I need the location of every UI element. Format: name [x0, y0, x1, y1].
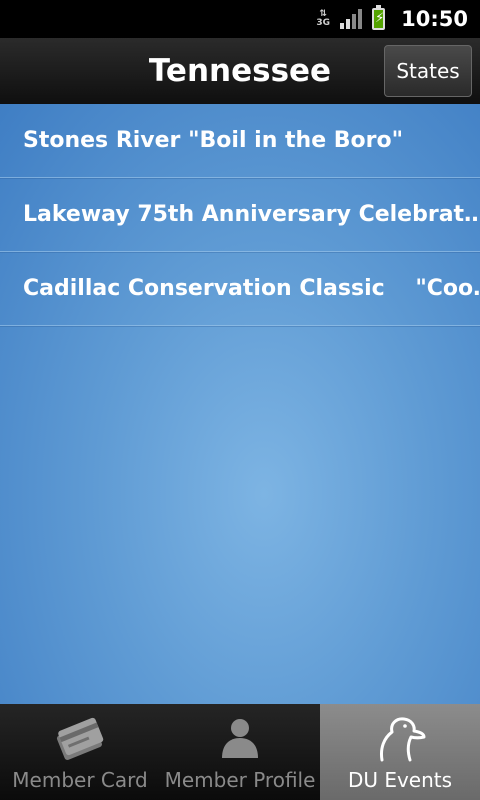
tab-member-card[interactable]: Member Card	[0, 704, 160, 800]
network-3g-icon: ⇅ 3G	[316, 9, 330, 28]
event-list-item[interactable]: Stones River "Boil in the Boro"	[0, 104, 480, 178]
tab-member-profile[interactable]: Member Profile	[160, 704, 320, 800]
states-button[interactable]: States	[384, 45, 472, 97]
tab-label: Member Profile	[164, 768, 316, 792]
member-card-icon	[53, 716, 107, 768]
duck-head-icon	[374, 716, 426, 766]
bottom-tab-bar: Member Card Member Profile DU Events	[0, 704, 480, 800]
battery-charging-icon: ⚡	[372, 5, 386, 30]
event-list-item[interactable]: Lakeway 75th Anniversary Celebrat…	[0, 178, 480, 252]
status-bar: ⇅ 3G ⚡ 10:50	[0, 0, 480, 38]
tab-du-events[interactable]: DU Events	[320, 704, 480, 800]
tab-label: DU Events	[347, 768, 453, 792]
network-label: 3G	[316, 18, 330, 28]
person-icon	[218, 716, 262, 764]
clock: 10:50	[401, 7, 468, 31]
title-bar: Tennessee States	[0, 38, 480, 105]
event-list-item[interactable]: Cadillac Conservation Classic "Coo…	[0, 252, 480, 326]
signal-strength-icon	[340, 9, 363, 29]
tab-label: Member Card	[12, 768, 148, 792]
event-list: Stones River "Boil in the Boro" Lakeway …	[0, 104, 480, 704]
